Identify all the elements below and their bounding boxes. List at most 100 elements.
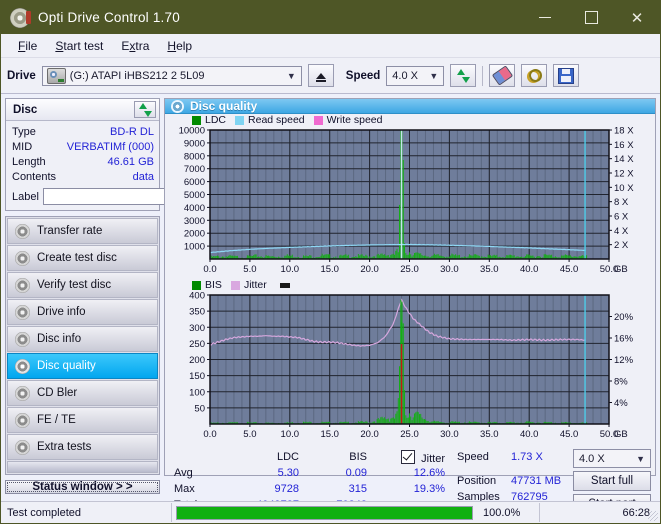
svg-text:30.0: 30.0 <box>440 264 459 275</box>
disc-icon <box>15 331 30 347</box>
sidebar-item-cd-bler[interactable]: CD Bler <box>7 380 158 406</box>
refresh-drive-button[interactable] <box>450 64 477 87</box>
status-window-button[interactable]: Status window > > <box>5 480 160 494</box>
disc-row-mid: MID VERBATIMf (000) <box>12 139 154 154</box>
sidebar-item-disc-quality[interactable]: Disc quality <box>7 353 158 379</box>
sidebar-label-disc-info: Disc info <box>37 333 82 345</box>
svg-text:10.0: 10.0 <box>281 429 300 440</box>
svg-text:35.0: 35.0 <box>480 429 499 440</box>
disc-icon <box>15 223 30 239</box>
minimize-button[interactable] <box>522 1 568 34</box>
svg-text:10.0: 10.0 <box>281 264 300 275</box>
speed-label: Speed <box>345 69 381 82</box>
menu-bar: FFileile Start test Extra Help <box>1 34 660 58</box>
eject-button[interactable] <box>307 64 334 87</box>
tools-icon <box>526 69 542 83</box>
svg-text:20.0: 20.0 <box>360 264 379 275</box>
test-nav-list: Transfer rate Create test disc Verify te… <box>5 216 160 475</box>
menu-item-extra[interactable]: Extra <box>112 37 158 55</box>
disc-refresh-button[interactable] <box>134 101 156 118</box>
readout-key-speed: Speed <box>457 451 489 463</box>
nav-list-filler <box>7 461 158 473</box>
readout-row-position: Position 47731 MB <box>457 473 573 489</box>
close-icon: ✕ <box>630 9 644 27</box>
svg-text:16 X: 16 X <box>614 140 634 151</box>
sidebar-label-fe-te: FE / TE <box>37 414 76 426</box>
disc-icon <box>15 250 30 266</box>
sidebar-item-disc-info[interactable]: Disc info <box>7 326 158 352</box>
legend-swatch-read-speed <box>235 115 245 125</box>
save-button[interactable] <box>553 64 580 87</box>
legend-swatch-extra <box>279 282 290 288</box>
sidebar-item-fe-te[interactable]: FE / TE <box>7 407 158 433</box>
chart2-container: 50 100 150 200 250 300 350 400 4% 8% 12% 16% 20% 0.0 5… <box>165 291 655 444</box>
sidebar-item-drive-info[interactable]: Drive info <box>7 299 158 325</box>
legend-swatch-jitter <box>230 280 240 290</box>
jitter-checkbox[interactable] <box>401 449 416 464</box>
svg-text:20.0: 20.0 <box>360 429 379 440</box>
svg-text:40.0: 40.0 <box>520 429 539 440</box>
resize-grip[interactable] <box>648 511 658 521</box>
legend-label-write-speed: Write speed <box>326 114 383 126</box>
sidebar-item-transfer-rate[interactable]: Transfer rate <box>7 218 158 244</box>
disc-label-row: Label <box>12 187 245 206</box>
chevron-down-icon: ▼ <box>286 70 296 81</box>
menu-item-start-test[interactable]: Start test <box>46 37 112 55</box>
start-full-button[interactable]: Start full <box>573 471 651 491</box>
legend-label-jitter: Jitter <box>243 279 267 291</box>
optical-drive-icon <box>46 67 66 84</box>
tools-button[interactable] <box>521 64 548 87</box>
svg-text:300: 300 <box>189 323 205 334</box>
disc-icon <box>15 385 30 401</box>
svg-text:50: 50 <box>194 403 205 414</box>
stats-row-key-max: Max <box>174 483 195 495</box>
sidebar-item-create-test-disc[interactable]: Create test disc <box>7 245 158 271</box>
disc-key-mid: MID <box>12 140 33 153</box>
menu-item-help[interactable]: Help <box>158 37 201 55</box>
maximize-icon <box>584 11 598 24</box>
progress-bar <box>176 505 473 520</box>
svg-text:100: 100 <box>189 387 205 398</box>
sidebar-label-create-test-disc: Create test disc <box>37 252 117 264</box>
sidebar-label-transfer-rate: Transfer rate <box>37 225 103 237</box>
legend-label-read-speed: Read speed <box>248 114 305 126</box>
stats-header-row: LDC BIS Jitter <box>165 449 457 465</box>
sidebar-item-extra-tests[interactable]: Extra tests <box>7 434 158 460</box>
disc-key-length: Length <box>12 155 46 168</box>
stats-avg-jitter: 12.6% <box>413 467 445 479</box>
disc-quality-errors-chart: 1000 2000 3000 4000 5000 6000 7000 8000 90001000… <box>179 126 635 276</box>
test-speed-select[interactable]: 4.0 X ▼ <box>573 449 651 468</box>
speed-select[interactable]: 4.0 X ▼ <box>386 65 445 86</box>
disc-row-length: Length 46.61 GB <box>12 154 154 169</box>
svg-text:30.0: 30.0 <box>440 429 459 440</box>
svg-text:2 X: 2 X <box>614 240 629 251</box>
svg-text:400: 400 <box>189 291 205 302</box>
sidebar-label-verify-test-disc: Verify test disc <box>37 279 112 291</box>
disc-value-type: BD-R DL <box>109 125 154 138</box>
svg-text:1000: 1000 <box>184 242 205 253</box>
drive-select[interactable]: (G:) ATAPI iHBS212 2 5L09 ▼ <box>41 65 302 86</box>
minimize-icon <box>539 16 551 19</box>
disc-value-contents: data <box>132 170 154 183</box>
maximize-button[interactable] <box>568 1 614 34</box>
sidebar-label-cd-bler: CD Bler <box>37 387 78 399</box>
erase-button[interactable] <box>489 64 516 87</box>
stats-row-key-avg: Avg <box>174 467 193 479</box>
svg-text:350: 350 <box>189 307 205 318</box>
title-bar: Opti Drive Control 1.70 ✕ <box>1 1 660 34</box>
close-button[interactable]: ✕ <box>614 1 660 34</box>
svg-text:250: 250 <box>189 339 205 350</box>
menu-item-file[interactable]: FFileile <box>9 37 46 55</box>
readout-value-position: 47731 MB <box>511 475 562 487</box>
disc-icon <box>15 439 30 455</box>
stats-max-jitter: 19.3% <box>413 483 445 495</box>
svg-text:6 X: 6 X <box>614 212 629 223</box>
sidebar-item-verify-test-disc[interactable]: Verify test disc <box>7 272 158 298</box>
disc-panel: Disc Type BD-R DL MID VERBATIMf (000) Le… <box>5 98 245 211</box>
main-panel-title: Disc quality <box>190 99 258 113</box>
table-row: Avg 5.30 0.09 12.6% <box>165 465 457 481</box>
svg-text:10 X: 10 X <box>614 183 634 194</box>
sidebar-label-extra-tests: Extra tests <box>37 441 92 453</box>
svg-text:45.0: 45.0 <box>560 429 579 440</box>
disc-icon <box>15 304 30 320</box>
